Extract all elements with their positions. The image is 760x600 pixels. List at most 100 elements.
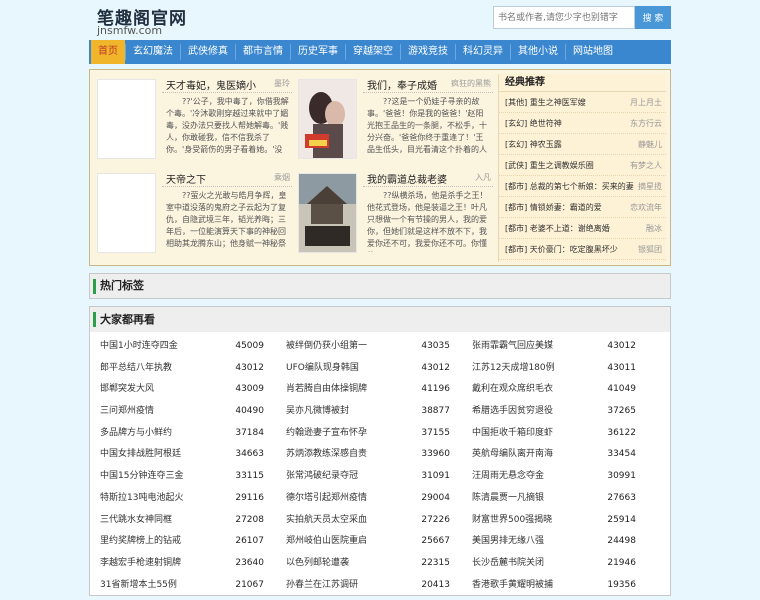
recommend-item-name[interactable]: [都市] 情锁娇妻：霸道的爱 [505, 203, 602, 212]
trending-row[interactable]: 希腊选手因贫穷退役 37265 [472, 401, 648, 423]
trending-row[interactable]: 郎平总结八年执教 43012 [100, 358, 276, 380]
trending-row[interactable]: 李越宏手枪速射铜牌 23640 [100, 553, 276, 575]
trending-row[interactable]: 长沙岳麓书院关闭 21946 [472, 553, 648, 575]
trending-keyword[interactable]: 孙春兰在江苏调研 [286, 580, 358, 590]
book-cover[interactable] [97, 173, 156, 253]
search-input[interactable] [493, 6, 635, 29]
trending-keyword[interactable]: 中国1小时连夺四金 [100, 341, 178, 351]
trending-row[interactable]: 黄常洲获跳远第10名17977 [472, 596, 648, 600]
trending-keyword[interactable]: 中国拒收千箱印度虾 [472, 428, 553, 438]
trending-keyword[interactable]: 郑州岐伯山医院重启 [286, 536, 367, 546]
book-cover[interactable] [298, 79, 357, 159]
trending-keyword[interactable]: 里约奖牌榜上的钻戒 [100, 536, 181, 546]
book-title[interactable]: 我们，奉子成婚 [367, 77, 437, 92]
nav-item-xuanhuan[interactable]: 玄幻魔法 [126, 40, 180, 64]
trending-row[interactable]: 孙春兰在江苏调研 20413 [286, 575, 462, 597]
book-cover[interactable] [298, 173, 357, 253]
search-button[interactable]: 搜 索 [635, 6, 671, 29]
trending-row[interactable]: 约翰逊妻子宣布怀孕 37155 [286, 423, 462, 445]
nav-item-home[interactable]: 首页 [91, 40, 125, 64]
recommend-item[interactable]: [都市] 总裁的第七个新娘：买来的妻 摘星揽 [499, 176, 666, 197]
trending-row[interactable]: 中国拒收千箱印度虾 36122 [472, 423, 648, 445]
nav-item-qita[interactable]: 其他小说 [511, 40, 565, 64]
book-card[interactable]: 我的霸道总裁老婆 入凡 ??纵横杀场，他是杀手之王！他花式登场，他是装逼之王！叶… [295, 168, 493, 260]
trending-keyword[interactable]: 特斯拉13吨电池起火 [100, 493, 183, 503]
trending-keyword[interactable]: 郎平总结八年执教 [100, 363, 172, 373]
trending-keyword[interactable]: 德尔塔引起郑州疫情 [286, 493, 367, 503]
trending-row[interactable]: 被绊倒仍获小组第一 43035 [286, 336, 462, 358]
trending-keyword[interactable]: 约翰逊妻子宣布怀孕 [286, 428, 367, 438]
trending-keyword[interactable]: 多品牌方与小鲜约 [100, 428, 172, 438]
trending-row[interactable]: 以色列邮轮遭袭 22315 [286, 553, 462, 575]
trending-keyword[interactable]: 江苏12天成增180例 [472, 363, 555, 373]
trending-keyword[interactable]: 希腊选手因贫穷退役 [472, 406, 553, 416]
trending-keyword[interactable]: 中国15分钟连夺三金 [100, 471, 183, 481]
trending-row[interactable]: 戴利在观众席织毛衣 41049 [472, 379, 648, 401]
trending-row[interactable]: 张常鸿破纪录夺冠 31091 [286, 466, 462, 488]
book-cover[interactable] [97, 79, 156, 159]
trending-row[interactable]: 英航母编队离开南海 33454 [472, 444, 648, 466]
trending-keyword[interactable]: 邯郸突发大风 [100, 384, 154, 394]
trending-row[interactable]: 特斯拉13吨电池起火 29116 [100, 488, 276, 510]
trending-row[interactable]: 财富世界500强揭晓 25914 [472, 510, 648, 532]
nav-item-lishi[interactable]: 历史军事 [291, 40, 345, 64]
nav-item-kehuan[interactable]: 科幻灵异 [456, 40, 510, 64]
trending-keyword[interactable]: 戴利在观众席织毛衣 [472, 384, 553, 394]
book-title[interactable]: 我的霸道总裁老婆 [367, 171, 447, 186]
recommend-item-name[interactable]: [玄幻] 神农玉露 [505, 140, 562, 149]
book-title[interactable]: 天帝之下 [166, 171, 206, 186]
trending-keyword[interactable]: 张常鸿破纪录夺冠 [286, 471, 358, 481]
nav-item-dushi[interactable]: 都市言情 [236, 40, 290, 64]
trending-row[interactable]: UFO编队现身韩国 43012 [286, 358, 462, 380]
trending-row[interactable]: 江苏12天成增180例 43011 [472, 358, 648, 380]
recommend-item[interactable]: [玄幻] 绝世符神 东方行云 [499, 113, 666, 134]
trending-keyword[interactable]: 31省新增本土55例 [100, 580, 177, 590]
trending-keyword[interactable]: 吴亦凡微博被封 [286, 406, 349, 416]
nav-item-wuxia[interactable]: 武侠修真 [181, 40, 235, 64]
trending-row[interactable]: 苏炳添教练深感自责 33960 [286, 444, 462, 466]
trending-keyword[interactable]: 汪周雨无悬念夺金 [472, 471, 544, 481]
trending-row[interactable]: 陈清晨贾一凡摘银 27663 [472, 488, 648, 510]
trending-keyword[interactable]: 陈清晨贾一凡摘银 [472, 493, 544, 503]
trending-keyword[interactable]: 李越宏手枪速射铜牌 [100, 558, 181, 568]
trending-keyword[interactable]: 三问郑州疫情 [100, 406, 154, 416]
trending-keyword[interactable]: 以色列邮轮遭袭 [286, 558, 349, 568]
trending-keyword[interactable]: 长沙岳麓书院关闭 [472, 558, 544, 568]
trending-keyword[interactable]: 苏炳添教练深感自责 [286, 449, 367, 459]
recommend-item-name[interactable]: [都市] 天价豪门：吃定腹黑坏少 [505, 245, 618, 254]
book-card[interactable]: 我们，奉子成婚 疯狂的黑熊 ??这是一个奶娃子寻亲的故事。'爸爸！你是我的爸爸！… [295, 74, 493, 166]
trending-keyword[interactable]: 张雨霏霸气回应美媒 [472, 341, 553, 351]
recommend-item[interactable]: [其他] 重生之神医军嫂 月上月土 [499, 92, 666, 113]
book-card[interactable]: 天帝之下 乘烟 ??萤火之光敢与皓月争辉，皇室中道没落的鬼府之子云起为了复仇，自… [94, 168, 292, 260]
trending-row[interactable]: 香港歌手黄耀明被捕 19356 [472, 575, 648, 597]
recommend-item-name[interactable]: [武侠] 重生之调教娱乐圈 [505, 161, 594, 170]
trending-keyword[interactable]: 美国男排无缘八强 [472, 536, 544, 546]
recommend-item[interactable]: [都市] 老婆不上道：谢绝离婚 融冰 [499, 218, 666, 239]
trending-row[interactable]: 31省新增本土55例 21067 [100, 575, 276, 597]
recommend-item[interactable]: [都市] 天价豪门：吃定腹黑坏少 银狐团 [499, 239, 666, 260]
trending-row[interactable]: 张雨霏霸气回应美媒 43012 [472, 336, 648, 358]
trending-row[interactable]: 中国15分钟连夺三金 33115 [100, 466, 276, 488]
recommend-item[interactable]: [武侠] 重生之调教娱乐圈 有梦之人 [499, 155, 666, 176]
trending-row[interactable]: 林俊杰方发律师声明18001 [286, 596, 462, 600]
trending-row[interactable]: 里约奖牌榜上的钻戒 26107 [100, 531, 276, 553]
trending-row[interactable]: 汪周雨无悬念夺金 30991 [472, 466, 648, 488]
recommend-item-name[interactable]: [都市] 老婆不上道：谢绝离婚 [505, 224, 610, 233]
trending-keyword[interactable]: UFO编队现身韩国 [286, 363, 359, 373]
trending-row[interactable]: 郑州岐伯山医院重启 25667 [286, 531, 462, 553]
trending-keyword[interactable]: 财富世界500强揭晓 [472, 515, 552, 525]
trending-keyword[interactable]: 被绊倒仍获小组第一 [286, 341, 367, 351]
trending-row[interactable]: 邯郸突发大风 43009 [100, 379, 276, 401]
trending-keyword[interactable]: 英航母编队离开南海 [472, 449, 553, 459]
trending-row[interactable]: 中国1小时连夺四金 45009 [100, 336, 276, 358]
trending-row[interactable]: 吴亦凡微博被封 38877 [286, 401, 462, 423]
trending-keyword[interactable]: 三代跳水女神同框 [100, 515, 172, 525]
trending-keyword[interactable]: 中国女排战胜阿根廷 [100, 449, 181, 459]
recommend-item[interactable]: [玄幻] 神农玉露 静魅儿 [499, 134, 666, 155]
trending-row[interactable]: 多品牌方与小鲜约 37184 [100, 423, 276, 445]
trending-row[interactable]: 三代跳水女神同框 27208 [100, 510, 276, 532]
trending-row[interactable]: 肖若腾自由体操铜牌 41196 [286, 379, 462, 401]
nav-item-sitemap[interactable]: 网站地图 [566, 40, 620, 64]
nav-item-chuanyue[interactable]: 穿越架空 [346, 40, 400, 64]
recommend-item-name[interactable]: [其他] 重生之神医军嫂 [505, 98, 586, 107]
